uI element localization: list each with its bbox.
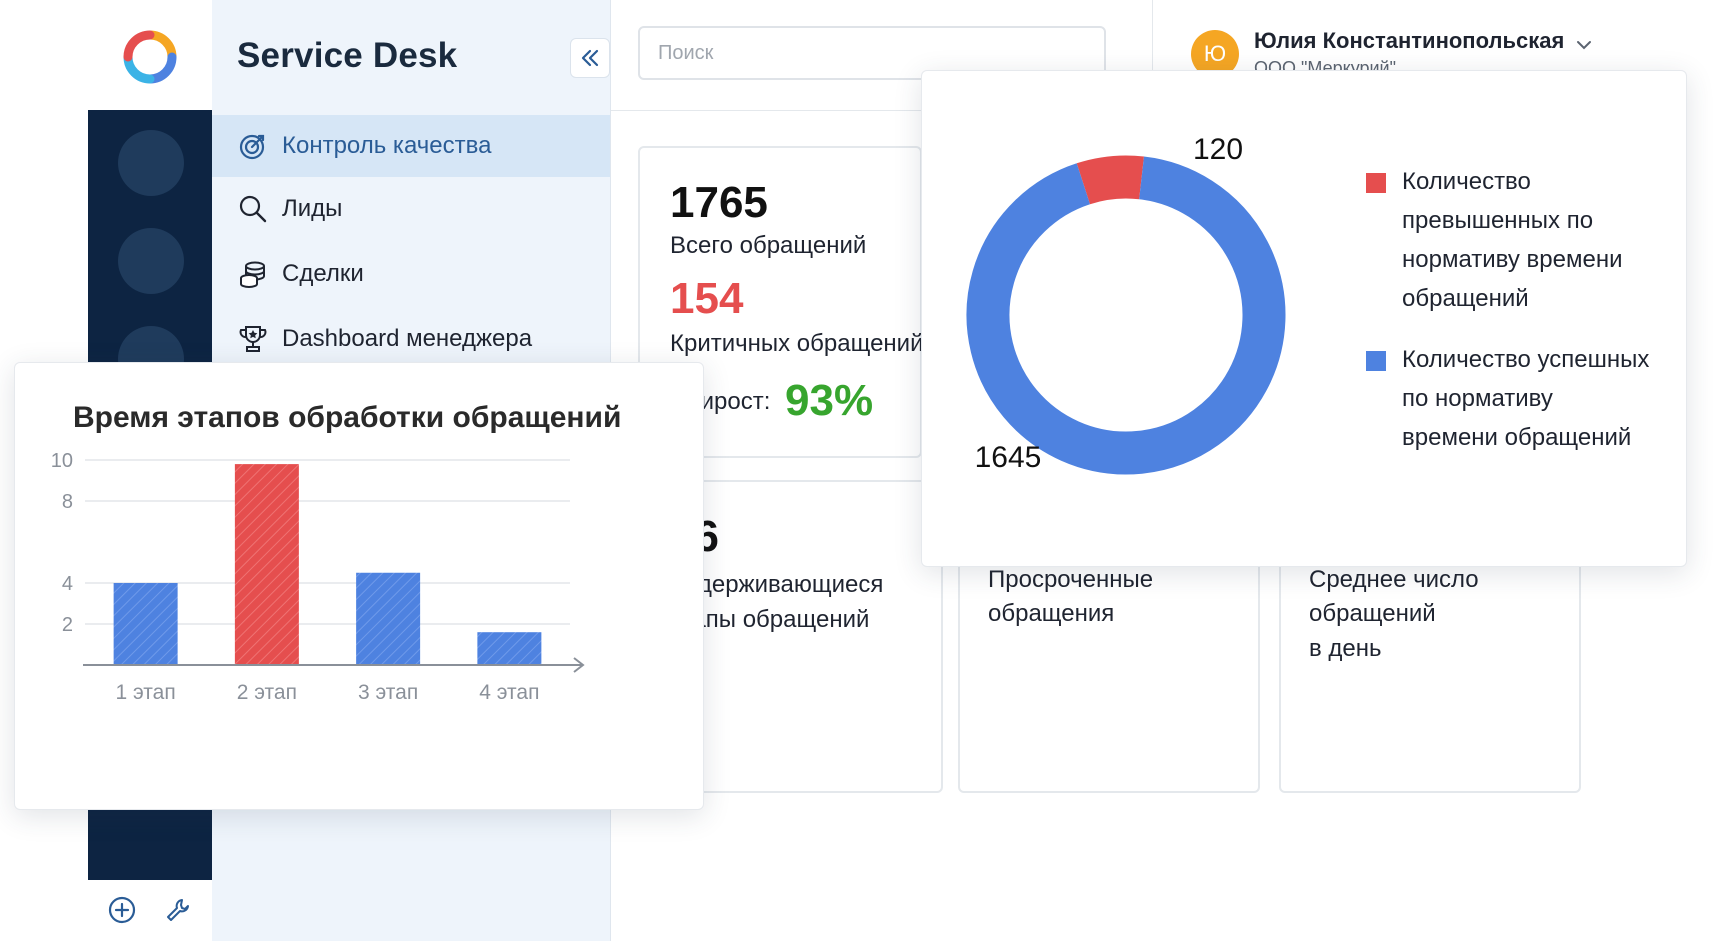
bar[interactable] [477,632,542,665]
bar[interactable] [113,583,178,665]
x-tick-label: 1 этап [116,681,176,704]
x-tick-label: 4 этап [479,681,539,704]
stage-time-chart-panel: Время этапов обработки обращений 2 4 8 10 1 … [14,362,704,810]
x-tick-label: 3 этап [358,681,418,704]
app-logo [123,30,177,84]
bar[interactable] [234,464,299,665]
y-tick-label: 2 [62,614,73,636]
legend-swatch [1366,173,1386,193]
bar-chart: 2 4 8 10 1 этап 2 этап 3 этап 4 этап [51,450,585,704]
bar[interactable] [356,572,421,665]
legend-label: Количество превышенных по нормативу врем… [1402,168,1623,312]
user-name: Юлия Константинопольская [1254,28,1565,53]
legend-item-exceeded: Количество превышенных по нормативу врем… [1366,167,1623,318]
slice-value-label: 120 [1193,133,1243,166]
sidebar-item-label: Контроль качества [282,132,492,159]
sidebar-item-label: Сделки [282,260,364,287]
user-menu[interactable]: Ю Юлия Константинопольская ООО "Меркурий… [1153,0,1638,78]
double-chevron-left-icon [581,49,599,67]
sidebar-item-label: Dashboard менеджера [282,325,533,352]
sidebar-item-leads[interactable]: Лиды [212,178,610,240]
sidebar-item-quality-control[interactable]: Контроль качества [212,115,610,177]
search-icon [236,192,270,226]
growth-value: 93% [785,376,874,425]
y-tick-label: 4 [62,573,73,595]
collapse-sidebar-button[interactable] [570,38,610,78]
coins-icon [236,257,270,291]
avg-requests-label: Среднее число [1309,566,1479,593]
wrench-icon[interactable] [163,895,193,925]
requests-sla-chart-panel: 120 1645 Количество превышенных по нормат… [921,70,1687,567]
trophy-icon [236,322,270,356]
legend-swatch [1366,351,1386,371]
sidebar-item-manager-dashboard[interactable]: Dashboard менеджера [212,308,610,370]
workspace-avatar[interactable] [118,228,184,294]
target-icon [236,129,270,163]
slice-value-label: 1645 [975,441,1042,474]
y-tick-label: 10 [51,450,73,472]
legend-item-successful: Количество успешных по нормативу времени… [1366,345,1649,457]
total-requests-label: Всего обращений [670,232,867,259]
app-title: Service Desk [237,36,458,75]
y-tick-label: 8 [62,491,73,513]
legend-label: Количество успешных по нормативу времени… [1402,346,1650,451]
overdue-requests-label: обращения [988,600,1115,627]
critical-requests-label: Критичных обращений [670,330,924,357]
rail-footer [88,880,212,941]
x-tick-label: 2 этап [237,681,297,704]
total-requests-value: 1765 [670,178,768,227]
donut-slice[interactable] [1076,155,1144,205]
overdue-requests-label: Просроченные [988,566,1154,593]
sidebar-item-label: Лиды [282,195,343,222]
workspace-avatar[interactable] [118,130,184,196]
avg-requests-label: в день [1309,635,1382,662]
critical-requests-value: 154 [670,274,744,323]
donut-chart: 120 1645 [966,133,1286,475]
chevron-down-icon [1577,41,1591,50]
donut-slice[interactable] [966,156,1286,475]
add-circle-icon[interactable] [107,895,137,925]
sidebar-item-deals[interactable]: Сделки [212,243,610,305]
avg-requests-label: обращений [1309,600,1436,627]
